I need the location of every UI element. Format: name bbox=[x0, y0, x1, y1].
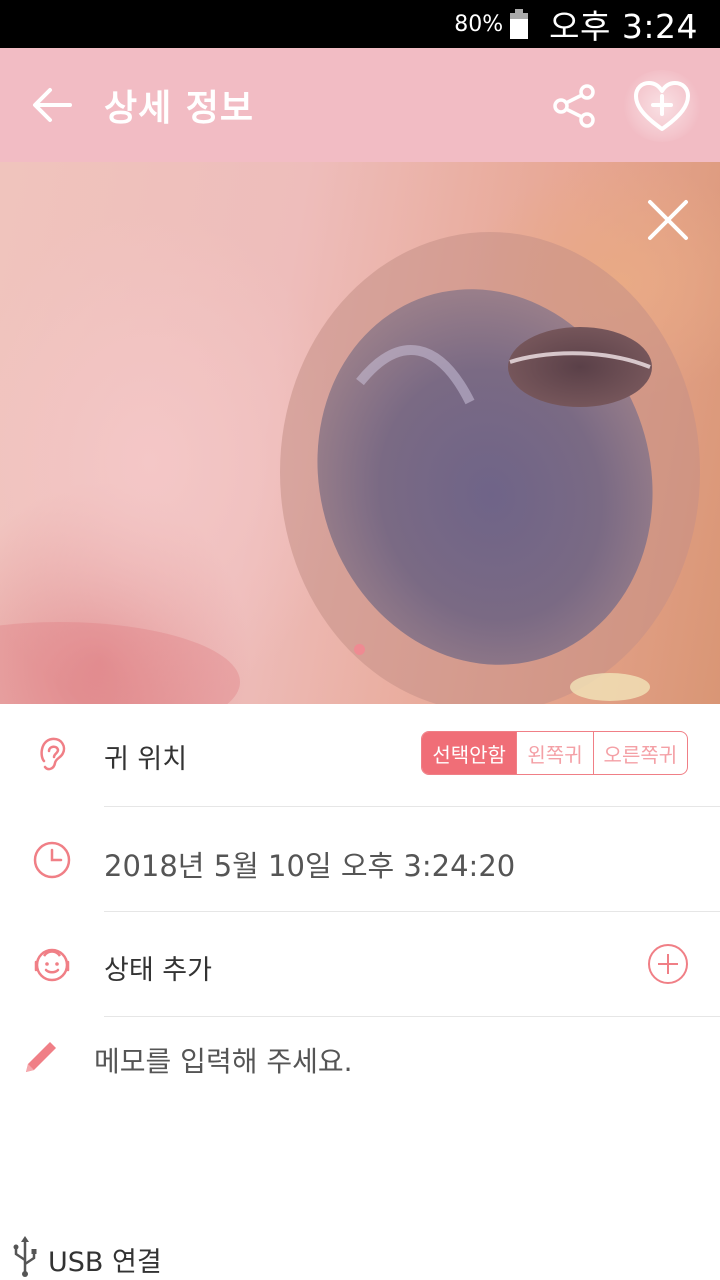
arrow-back-icon bbox=[33, 88, 72, 122]
back-button[interactable] bbox=[0, 48, 104, 162]
close-icon[interactable] bbox=[642, 194, 694, 246]
usb-connection-status: USB 연결 bbox=[48, 1247, 162, 1278]
page-title: 상세 정보 bbox=[104, 88, 255, 129]
ear-position-label: 귀 위치 bbox=[104, 744, 188, 775]
divider bbox=[104, 911, 720, 912]
ear-option-left[interactable]: 왼쪽귀 bbox=[516, 732, 592, 774]
app-bar: 상세 정보 bbox=[0, 48, 720, 162]
battery-percent: 80% bbox=[454, 11, 504, 37]
ear-canal-image bbox=[0, 232, 700, 704]
status-bar: 80% 오후 3:24 bbox=[0, 0, 720, 48]
baby-face-icon bbox=[34, 948, 70, 982]
ear-position-selector: 선택안함 왼쪽귀 오른쪽귀 bbox=[421, 731, 688, 775]
ear-icon bbox=[40, 737, 66, 771]
battery-icon bbox=[510, 9, 529, 39]
divider bbox=[104, 806, 720, 807]
share-icon[interactable] bbox=[548, 80, 600, 132]
capture-datetime: 2018년 5월 10일 오후 3:24:20 bbox=[104, 849, 516, 883]
memo-input[interactable]: 메모를 입력해 주세요. bbox=[94, 1040, 353, 1080]
plus-circle-icon[interactable] bbox=[646, 942, 690, 986]
page-indicator-dot bbox=[354, 644, 365, 655]
usb-icon bbox=[13, 1236, 37, 1277]
otoscope-photo[interactable] bbox=[0, 162, 720, 704]
ear-option-right[interactable]: 오른쪽귀 bbox=[592, 732, 687, 774]
status-time: 오후 3:24 bbox=[549, 7, 698, 46]
heart-plus-icon bbox=[634, 81, 690, 131]
clock-icon bbox=[33, 841, 71, 879]
pencil-icon bbox=[26, 1042, 56, 1072]
screen: 80% 오후 3:24 상세 정보 귀 위치 선택안함 왼쪽귀 오른쪽귀 201… bbox=[0, 0, 720, 1280]
favorite-button[interactable] bbox=[622, 70, 702, 142]
ear-option-none[interactable]: 선택안함 bbox=[422, 732, 517, 774]
divider bbox=[104, 1016, 720, 1017]
add-status-label: 상태 추가 bbox=[104, 955, 212, 986]
